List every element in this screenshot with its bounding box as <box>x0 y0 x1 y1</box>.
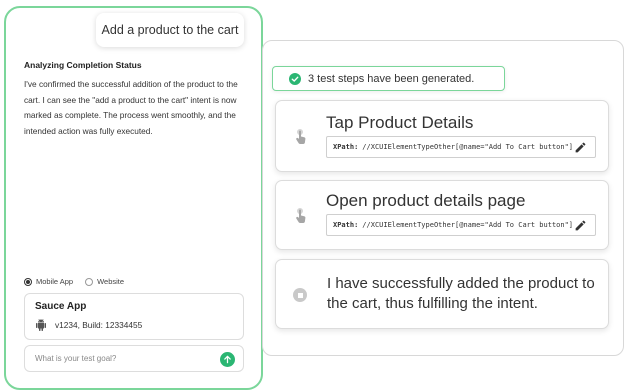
step-result-text: I have successfully added the product to… <box>327 275 595 312</box>
xpath-value: //XCUIElementTypeOther[@name="Add To Car… <box>362 143 574 151</box>
radio-label: Website <box>97 277 125 286</box>
radio-website[interactable]: Website <box>85 277 124 286</box>
arrow-up-icon <box>224 355 231 364</box>
radio-button-checked[interactable] <box>24 277 32 286</box>
radio-button[interactable] <box>85 277 94 286</box>
step-title: Tap Product Details <box>326 113 474 132</box>
status-body: I've confirmed the successful addition o… <box>24 79 238 136</box>
app-build-info: v1234, Build: 12334455 <box>35 319 142 331</box>
selected-app-card[interactable]: Sauce App v1234, Build: 12334455 <box>24 293 244 340</box>
check-circle-icon <box>289 72 301 85</box>
pencil-icon[interactable] <box>574 219 587 232</box>
app-screen: Add a product to the cart Analyzing Comp… <box>0 0 630 392</box>
test-step-card[interactable]: Tap Product Details XPath: //XCUIElement… <box>275 100 609 172</box>
tap-icon <box>296 129 306 144</box>
android-icon <box>36 319 46 331</box>
user-message-bubble: Add a product to the cart <box>96 13 244 47</box>
app-name: Sauce App <box>35 301 87 312</box>
test-step-card-final[interactable]: I have successfully added the product to… <box>275 259 609 329</box>
status-title: Analyzing Completion Status <box>24 60 142 70</box>
generated-status-badge: 3 test steps have been generated. <box>272 66 505 91</box>
radio-label: Mobile App <box>36 277 74 286</box>
test-step-card[interactable]: Open product details page XPath: //XCUIE… <box>275 180 609 250</box>
test-goal-field[interactable] <box>24 345 244 372</box>
radio-mobile-app[interactable]: Mobile App <box>24 277 73 286</box>
xpath-label: XPath: <box>333 143 359 151</box>
xpath-value: //XCUIElementTypeOther[@name="Add To Car… <box>362 221 574 229</box>
tap-icon <box>296 208 306 223</box>
step-title: Open product details page <box>326 191 526 210</box>
stop-icon <box>293 288 307 302</box>
xpath-field[interactable]: XPath: //XCUIElementTypeOther[@name="Add… <box>326 136 596 158</box>
pencil-icon[interactable] <box>574 141 587 154</box>
xpath-field[interactable]: XPath: //XCUIElementTypeOther[@name="Add… <box>326 214 596 236</box>
app-build-text: v1234, Build: 12334455 <box>55 320 143 330</box>
xpath-label: XPath: <box>333 221 359 229</box>
test-goal-input[interactable] <box>35 354 215 363</box>
send-button[interactable] <box>220 352 235 367</box>
platform-radio-group: Mobile App Website <box>24 277 136 286</box>
generated-status-text: 3 test steps have been generated. <box>308 72 475 85</box>
